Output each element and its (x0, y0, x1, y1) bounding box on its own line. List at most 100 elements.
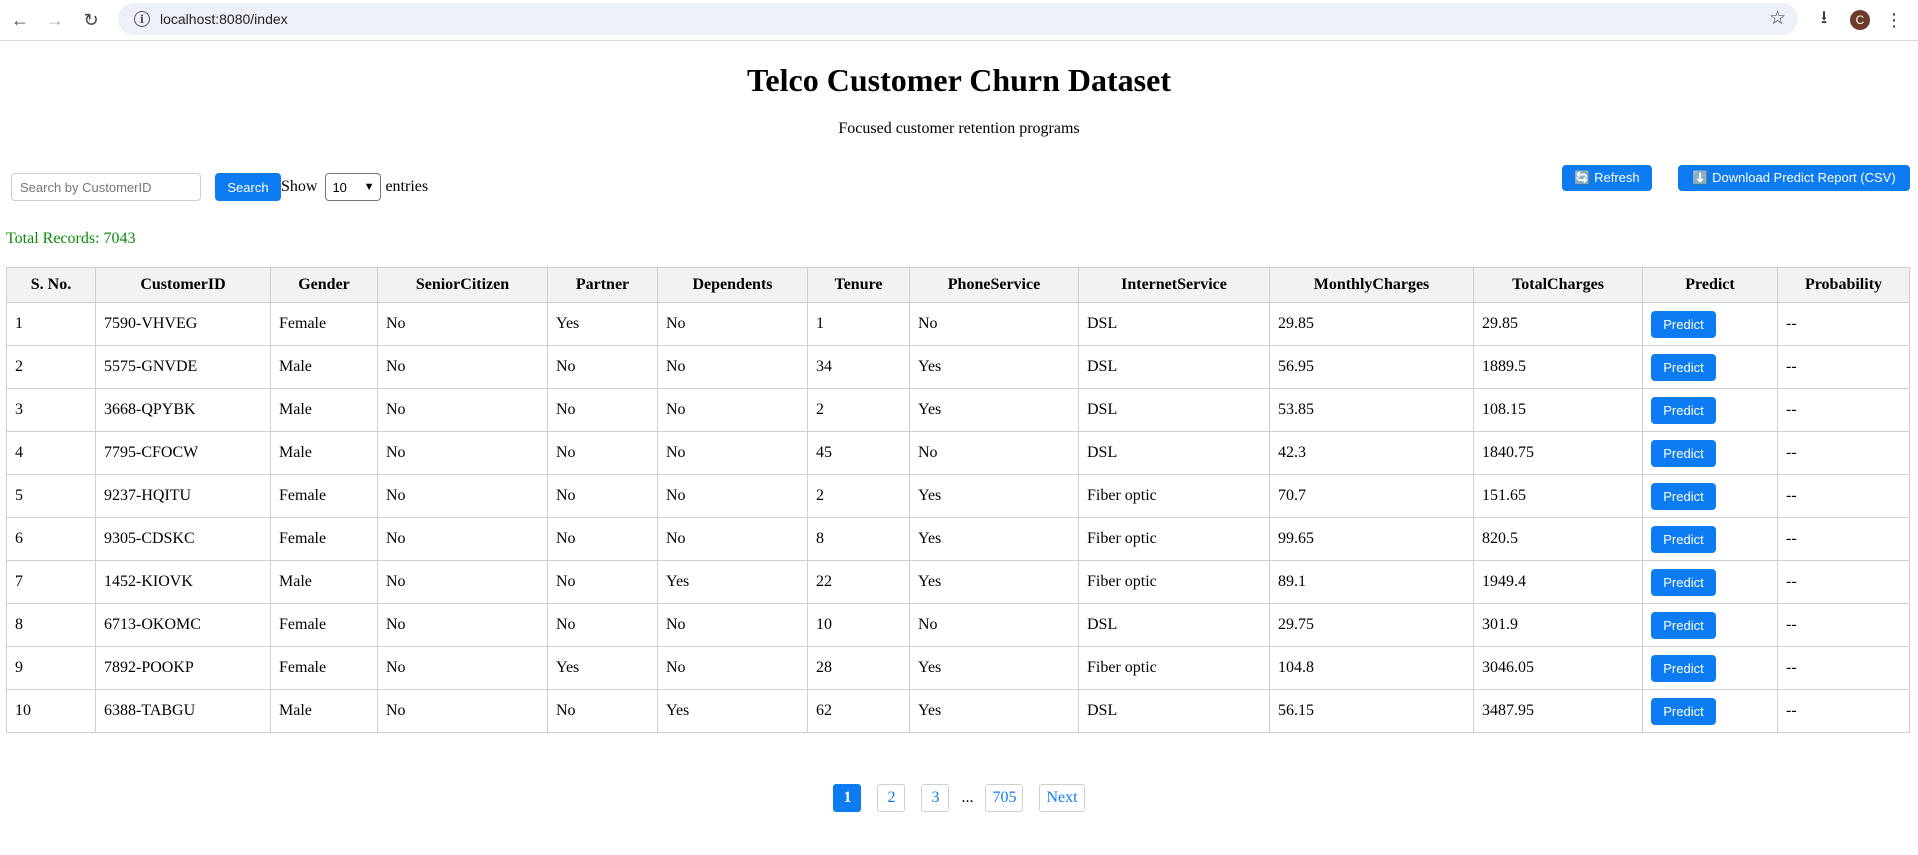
cell-probability: -- (1777, 388, 1910, 432)
column-header[interactable]: SeniorCitizen (377, 267, 548, 303)
table-row: 5 9237-HQITU Female No No No 2 Yes Fiber optic 70… (6, 474, 1910, 518)
next-page-button[interactable]: Next (1039, 784, 1085, 812)
cell-sno: 9 (6, 646, 96, 690)
page-last-button[interactable]: 705 (985, 784, 1024, 812)
forward-arrow-icon[interactable]: → (41, 6, 69, 34)
back-arrow-icon[interactable]: ← (6, 6, 34, 34)
cell-probability: -- (1777, 689, 1910, 733)
cell-probability: -- (1777, 560, 1910, 604)
cell-dependents: No (657, 345, 808, 389)
bookmark-star-icon[interactable]: ☆ (1769, 7, 1786, 30)
predict-button[interactable]: Predict (1651, 611, 1716, 639)
download-report-button[interactable]: ⬇️ Download Predict Report (CSV) (1678, 165, 1910, 191)
cell-partner: Yes (547, 302, 658, 346)
search-controls: Search Show 10 ▼ entries (11, 172, 428, 202)
cell-total-charges: 151.65 (1473, 474, 1643, 518)
cell-sno: 3 (6, 388, 96, 432)
table-row: 10 6388-TABGU Male No No Yes 62 Yes DSL 56.15 3487… (6, 689, 1910, 733)
column-header[interactable]: InternetService (1078, 267, 1270, 303)
download-icon[interactable]: ⭳ (1810, 6, 1838, 34)
cell-senior-citizen: No (377, 431, 548, 475)
cell-sno: 7 (6, 560, 96, 604)
cell-gender: Female (270, 646, 378, 690)
predict-button[interactable]: Predict (1651, 310, 1716, 338)
column-header[interactable]: CustomerID (95, 267, 271, 303)
column-header[interactable]: Dependents (657, 267, 808, 303)
cell-tenure: 34 (807, 345, 910, 389)
predict-button[interactable]: Predict (1651, 482, 1716, 510)
cell-senior-citizen: No (377, 302, 548, 346)
cell-dependents: No (657, 302, 808, 346)
predict-button[interactable]: Predict (1651, 568, 1716, 596)
cell-phone-service: Yes (909, 560, 1079, 604)
page-2-button[interactable]: 2 (877, 784, 906, 812)
column-header[interactable]: PhoneService (909, 267, 1079, 303)
cell-total-charges: 1840.75 (1473, 431, 1643, 475)
column-header[interactable]: Tenure (807, 267, 910, 303)
column-header[interactable]: TotalCharges (1473, 267, 1643, 303)
refresh-button[interactable]: 🔄 Refresh (1562, 165, 1652, 191)
cell-phone-service: Yes (909, 388, 1079, 432)
cell-predict: Predict (1642, 302, 1778, 346)
reload-icon[interactable]: ↻ (77, 6, 105, 34)
predict-button[interactable]: Predict (1651, 396, 1716, 424)
avatar: C (1850, 10, 1870, 30)
cell-sno: 5 (6, 474, 96, 518)
cell-predict: Predict (1642, 603, 1778, 647)
customer-table: S. No. CustomerID Gender SeniorCitizen P… (6, 267, 1910, 733)
page-3-button[interactable]: 3 (921, 784, 950, 812)
cell-internet-service: Fiber optic (1078, 517, 1270, 561)
predict-button[interactable]: Predict (1651, 525, 1716, 553)
cell-sno: 6 (6, 517, 96, 561)
page-content: Telco Customer Churn Dataset Focused cus… (0, 41, 1918, 855)
pagination: 1 2 3 ... 705 Next (0, 784, 1918, 812)
cell-predict: Predict (1642, 517, 1778, 561)
predict-button[interactable]: Predict (1651, 353, 1716, 381)
cell-predict: Predict (1642, 560, 1778, 604)
column-header[interactable]: MonthlyCharges (1269, 267, 1474, 303)
cell-monthly-charges: 99.65 (1269, 517, 1474, 561)
column-header[interactable]: Predict (1642, 267, 1778, 303)
cell-probability: -- (1777, 603, 1910, 647)
cell-probability: -- (1777, 302, 1910, 346)
table-row: 4 7795-CFOCW Male No No No 45 No DSL 42.3 1840.75 P… (6, 431, 1910, 475)
predict-button[interactable]: Predict (1651, 697, 1716, 725)
menu-kebab-icon[interactable]: ⋮ (1880, 6, 1908, 34)
cell-senior-citizen: No (377, 603, 548, 647)
cell-sno: 8 (6, 603, 96, 647)
cell-sno: 2 (6, 345, 96, 389)
cell-partner: Yes (547, 646, 658, 690)
cell-phone-service: Yes (909, 474, 1079, 518)
address-bar[interactable]: i localhost:8080/index ☆ (118, 3, 1798, 35)
predict-button[interactable]: Predict (1651, 439, 1716, 467)
column-header[interactable]: Probability (1777, 267, 1910, 303)
cell-internet-service: DSL (1078, 345, 1270, 389)
cell-customer-id: 1452-KIOVK (95, 560, 271, 604)
cell-senior-citizen: No (377, 517, 548, 561)
column-header[interactable]: Gender (270, 267, 378, 303)
cell-internet-service: Fiber optic (1078, 560, 1270, 604)
cell-partner: No (547, 560, 658, 604)
page-title: Telco Customer Churn Dataset (747, 62, 1171, 98)
cell-phone-service: Yes (909, 646, 1079, 690)
cell-gender: Female (270, 302, 378, 346)
entries-select[interactable]: 10 ▼ (325, 173, 382, 201)
column-header[interactable]: Partner (547, 267, 658, 303)
profile-button[interactable]: C (1846, 6, 1874, 34)
cell-partner: No (547, 388, 658, 432)
site-info-icon[interactable]: i (134, 11, 150, 27)
cell-partner: No (547, 474, 658, 518)
search-button[interactable]: Search (215, 173, 281, 201)
table-header-row: S. No. CustomerID Gender SeniorCitizen P… (6, 267, 1910, 303)
page-1-button[interactable]: 1 (833, 784, 862, 812)
cell-total-charges: 29.85 (1473, 302, 1643, 346)
cell-internet-service: DSL (1078, 689, 1270, 733)
cell-dependents: Yes (657, 689, 808, 733)
predict-button[interactable]: Predict (1651, 654, 1716, 682)
column-header[interactable]: S. No. (6, 267, 96, 303)
cell-partner: No (547, 345, 658, 389)
table-row: 7 1452-KIOVK Male No No Yes 22 Yes Fiber optic 89… (6, 560, 1910, 604)
cell-tenure: 45 (807, 431, 910, 475)
search-input[interactable] (11, 173, 201, 201)
cell-total-charges: 3046.05 (1473, 646, 1643, 690)
